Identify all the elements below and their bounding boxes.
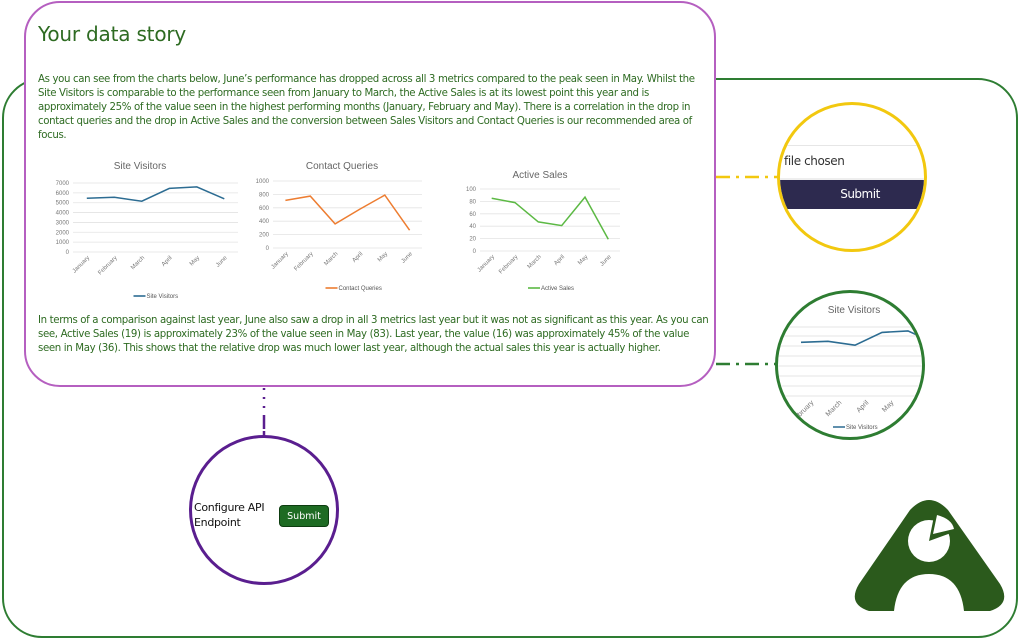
chart-title: Active Sales: [512, 170, 567, 181]
y-tick-label: 800: [259, 192, 270, 198]
x-tick-label: March: [527, 254, 543, 270]
y-tick-label: 0: [66, 250, 70, 256]
y-tick-label: 600: [259, 206, 270, 212]
legend-label: Contact Queries: [339, 286, 382, 292]
zoom-x-tick-label: March: [825, 399, 844, 418]
chart-zoom-callout: Site Visitors uaryFebruaryMarchAprilMay …: [775, 290, 925, 440]
x-tick-label: January: [477, 254, 496, 273]
x-tick-label: January: [72, 255, 91, 274]
y-tick-label: 4000: [56, 211, 70, 217]
zoom-chart-title: Site Visitors: [828, 305, 881, 316]
zoomed-chart-svg: Site Visitors uaryFebruaryMarchAprilMay …: [778, 305, 922, 431]
x-tick-label: April: [161, 255, 174, 268]
api-config-callout: Configure API Endpoint Submit: [189, 435, 339, 585]
story-paragraph-1: As you can see from the charts below, Ju…: [38, 74, 695, 141]
api-config-label: Configure API Endpoint: [194, 500, 265, 530]
zoom-legend-label: Site Visitors: [846, 425, 878, 431]
x-tick-label: April: [352, 251, 365, 264]
contact-queries-chart-svg: Contact Queries 0 200 400 600 800 1000 January F…: [256, 161, 422, 292]
x-tick-label: June: [599, 254, 613, 268]
x-tick-label: March: [323, 251, 339, 267]
series-line: [491, 195, 609, 240]
y-tick-label: 1000: [256, 179, 270, 185]
x-tick-label: March: [130, 255, 146, 271]
y-tick-label: 100: [466, 187, 477, 193]
api-label-line2: Endpoint: [194, 516, 241, 529]
story-title: Your data story: [38, 22, 187, 46]
x-tick-label: February: [97, 255, 118, 276]
legend-label: Site Visitors: [147, 294, 179, 300]
x-tick-label: February: [293, 251, 314, 272]
x-tick-label: June: [401, 251, 415, 265]
x-tick-label: February: [498, 254, 519, 275]
y-tick-label: 20: [469, 237, 476, 243]
zoom-x-tick-label: April: [856, 399, 871, 414]
x-tick-label: May: [577, 254, 589, 266]
series-line: [86, 186, 225, 202]
x-tick-label: January: [270, 251, 289, 270]
y-tick-label: 7000: [56, 181, 70, 187]
story-paragraph-2: In terms of a comparison against last ye…: [38, 315, 709, 354]
site-visitors-chart-svg: Site Visitors 0 1000 2000 3000 4000 5000 6000 70…: [56, 161, 238, 300]
y-tick-label: 3000: [56, 220, 70, 226]
chart-site-visitors: Site Visitors 0 1000 2000 3000 4000 5000 6000 70…: [40, 150, 240, 310]
y-tick-label: 0: [266, 246, 270, 252]
chart-title: Site Visitors: [114, 161, 167, 172]
upload-zoom-callout: file chosen Submit: [777, 102, 927, 252]
x-tick-label: May: [377, 251, 389, 263]
chart-active-sales: Active Sales 0 20 40 60 80 100 January February M…: [450, 160, 630, 305]
active-sales-chart-svg: Active Sales 0 20 40 60 80 100 January February M…: [466, 170, 620, 292]
file-input[interactable]: file chosen: [780, 145, 924, 181]
y-tick-label: 40: [469, 224, 476, 230]
api-submit-button[interactable]: Submit: [279, 505, 329, 527]
y-tick-label: 200: [259, 233, 270, 239]
y-tick-label: 5000: [56, 201, 70, 207]
y-tick-label: 80: [469, 199, 476, 205]
x-tick-label: April: [553, 254, 566, 267]
y-tick-label: 6000: [56, 191, 70, 197]
chart-contact-queries: Contact Queries 0 200 400 600 800 1000 January F…: [240, 150, 430, 305]
x-tick-label: June: [215, 255, 229, 269]
x-tick-label: May: [189, 255, 201, 267]
chart-title: Contact Queries: [306, 161, 378, 172]
api-label-line1: Configure API: [194, 501, 265, 514]
legend-label: Active Sales: [541, 286, 574, 292]
brand-logo-icon: [854, 500, 1005, 611]
y-tick-label: 1000: [56, 240, 70, 246]
zoom-series-line: [800, 330, 922, 347]
zoom-x-tick-label: May: [881, 399, 896, 414]
y-tick-label: 400: [259, 219, 270, 225]
y-tick-label: 2000: [56, 230, 70, 236]
series-line: [285, 194, 411, 231]
y-tick-label: 0: [473, 249, 477, 255]
upload-submit-button[interactable]: Submit: [780, 180, 924, 209]
y-tick-label: 60: [469, 212, 476, 218]
